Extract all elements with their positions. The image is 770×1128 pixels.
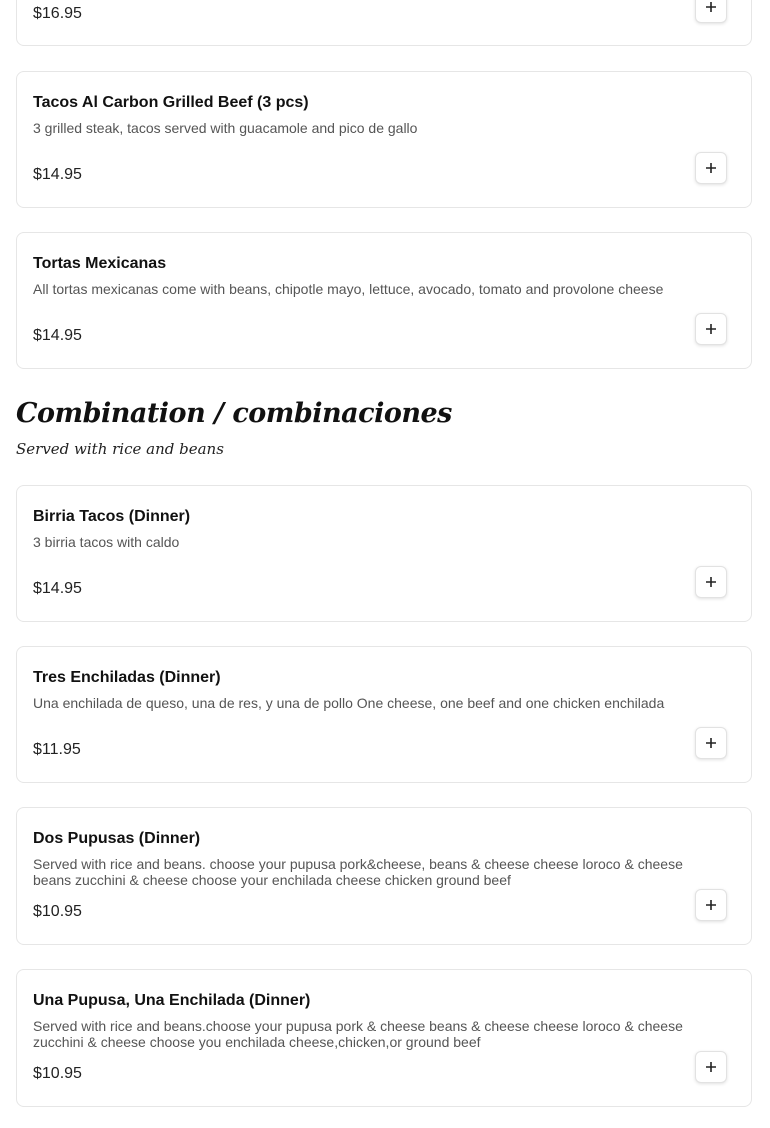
add-to-cart-button[interactable] — [695, 727, 727, 759]
menu-item-card[interactable]: Tacos Al Carbon Grilled Beef (3 pcs) 3 g… — [16, 71, 752, 208]
menu-item-card[interactable]: Tres Enchiladas (Dinner) Una enchilada d… — [16, 646, 752, 783]
menu-item-card[interactable]: Una Pupusa, Una Enchilada (Dinner) Serve… — [16, 969, 752, 1107]
item-description: Served with rice and beans.choose your p… — [33, 1018, 683, 1050]
plus-icon — [706, 324, 716, 334]
item-description: 3 birria tacos with caldo — [33, 534, 180, 550]
item-price: $14.95 — [33, 166, 82, 183]
add-to-cart-button[interactable] — [695, 0, 727, 23]
plus-icon — [706, 738, 716, 748]
item-price: $10.95 — [33, 1065, 82, 1082]
item-price: $16.95 — [33, 5, 82, 22]
item-name: Tacos Al Carbon Grilled Beef (3 pcs) — [33, 94, 309, 111]
menu-item-card[interactable]: Dos Pupusas (Dinner) Served with rice an… — [16, 807, 752, 945]
add-to-cart-button[interactable] — [695, 152, 727, 184]
plus-icon — [706, 577, 716, 587]
item-name: Tres Enchiladas (Dinner) — [33, 669, 221, 686]
item-description: Una enchilada de queso, una de res, y un… — [33, 695, 665, 711]
section-subtitle: Served with rice and beans — [16, 440, 224, 458]
item-description: Served with rice and beans. choose your … — [33, 856, 683, 888]
add-to-cart-button[interactable] — [695, 1051, 727, 1083]
item-price: $10.95 — [33, 903, 82, 920]
add-to-cart-button[interactable] — [695, 889, 727, 921]
item-price: $14.95 — [33, 580, 82, 597]
item-name: Una Pupusa, Una Enchilada (Dinner) — [33, 992, 311, 1009]
item-name: Tortas Mexicanas — [33, 255, 167, 272]
plus-icon — [706, 1062, 716, 1072]
item-name: Birria Tacos (Dinner) — [33, 508, 191, 525]
plus-icon — [706, 163, 716, 173]
section-title: Combination / combinaciones — [16, 398, 452, 429]
plus-icon — [706, 2, 716, 12]
item-description: 3 grilled steak, tacos served with guaca… — [33, 120, 418, 136]
item-name: Dos Pupusas (Dinner) — [33, 830, 201, 847]
menu-item-card[interactable]: Birria Tacos (Dinner) 3 birria tacos wit… — [16, 485, 752, 622]
add-to-cart-button[interactable] — [695, 313, 727, 345]
item-price: $11.95 — [33, 741, 81, 758]
menu-item-card[interactable]: $16.95 — [16, 0, 752, 46]
plus-icon — [706, 900, 716, 910]
item-price: $14.95 — [33, 327, 82, 344]
item-description: All tortas mexicanas come with beans, ch… — [33, 281, 664, 297]
menu-item-card[interactable]: Tortas Mexicanas All tortas mexicanas co… — [16, 232, 752, 369]
add-to-cart-button[interactable] — [695, 566, 727, 598]
